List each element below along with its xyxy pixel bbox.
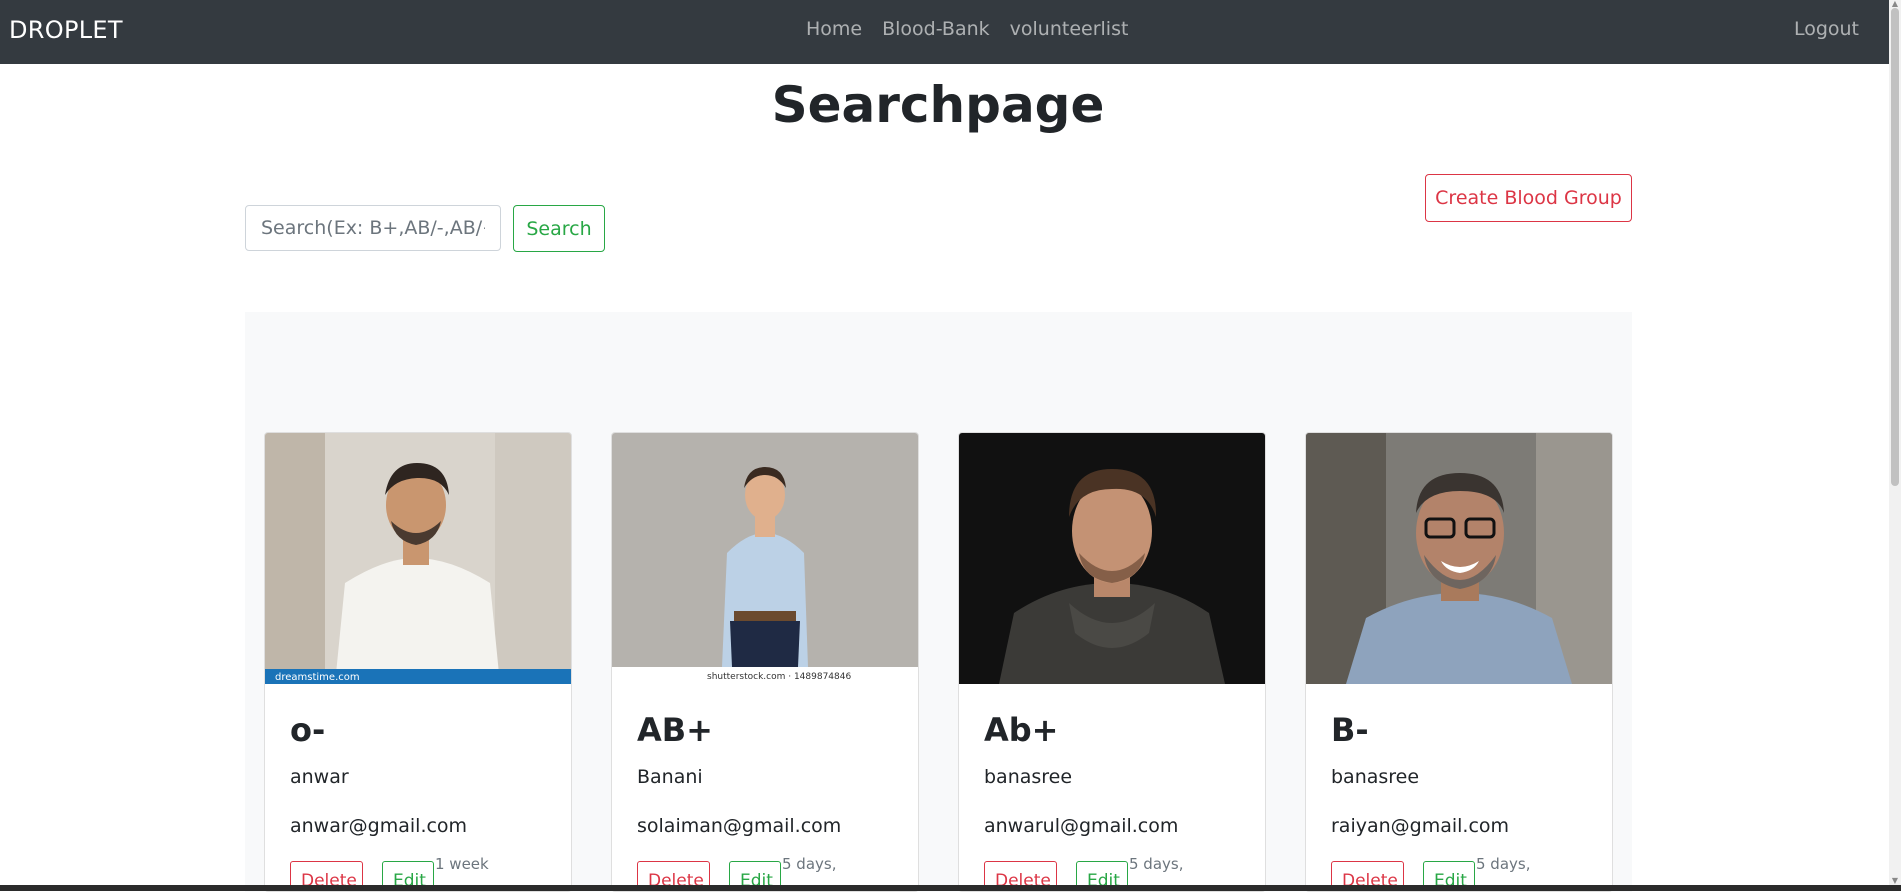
search-button[interactable]: Search: [513, 205, 605, 252]
donor-email: solaiman@gmail.com: [637, 815, 842, 838]
donor-card: B- banasree raiyan@gmail.com Delete Edit…: [1305, 432, 1613, 892]
blood-group: o-: [290, 711, 326, 749]
photo-caption: shutterstock.com · 1489874846: [707, 672, 851, 682]
donor-card: shutterstock.com · 1489874846 AB+ Banani…: [611, 432, 919, 892]
donor-email: anwar@gmail.com: [290, 815, 468, 838]
donor-email: raiyan@gmail.com: [1331, 815, 1510, 838]
nav-blood-bank[interactable]: Blood-Bank: [882, 18, 990, 40]
donor-photo: shutterstock.com · 1489874846: [612, 433, 918, 684]
donor-name: Banani: [637, 766, 703, 789]
scroll-thumb[interactable]: [1891, 8, 1899, 486]
posted-time: 5 days,: [1476, 855, 1531, 874]
scroll-down-icon[interactable]: ▼: [1891, 877, 1899, 885]
vertical-scrollbar[interactable]: ▲ ▼: [1889, 0, 1901, 885]
blood-group: Ab+: [984, 711, 1059, 749]
logout-link[interactable]: Logout: [1794, 18, 1859, 40]
top-navbar: DROPLET Home Blood-Bank volunteerlist Lo…: [0, 0, 1889, 64]
posted-time: 5 days,: [782, 855, 837, 874]
posted-time: 1 week: [435, 855, 489, 874]
donor-card: dreamstime.com o- anwar anwar@gmail.com …: [264, 432, 572, 892]
page-title: Searchpage: [771, 76, 1105, 134]
search-input[interactable]: [245, 205, 501, 251]
nav-home[interactable]: Home: [806, 18, 862, 40]
brand-logo[interactable]: DROPLET: [9, 16, 123, 44]
scroll-up-icon[interactable]: ▲: [1891, 0, 1899, 8]
photo-caption: dreamstime.com: [275, 672, 360, 683]
donor-card: Ab+ banasree anwarul@gmail.com Delete Ed…: [958, 432, 1266, 892]
donor-name: banasree: [984, 766, 1073, 789]
blood-group: B-: [1331, 711, 1369, 749]
donor-photo: [1306, 433, 1612, 684]
donor-email: anwarul@gmail.com: [984, 815, 1179, 838]
nav-volunteerlist[interactable]: volunteerlist: [1010, 18, 1129, 40]
donor-name: banasree: [1331, 766, 1420, 789]
create-blood-group-button[interactable]: Create Blood Group: [1425, 174, 1632, 222]
window-bottom-edge: [0, 885, 1901, 891]
blood-group: AB+: [637, 711, 713, 749]
donor-photo: [959, 433, 1265, 684]
donor-name: anwar: [290, 766, 349, 789]
posted-time: 5 days,: [1129, 855, 1184, 874]
nav-links: Home Blood-Bank volunteerlist: [806, 18, 1128, 40]
donor-photo: dreamstime.com: [265, 433, 571, 684]
